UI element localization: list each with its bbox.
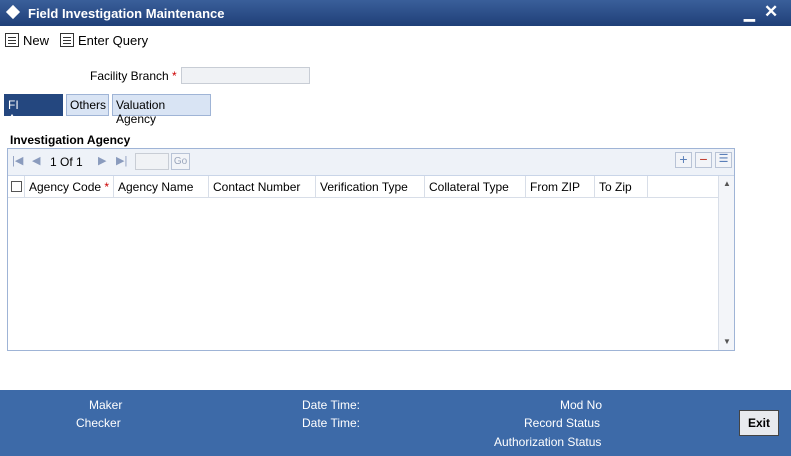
minimize-button[interactable]: ▁: [744, 5, 755, 22]
col-collateral-type[interactable]: Collateral Type: [425, 176, 526, 198]
col-agency-code-label: Agency Code: [29, 180, 102, 194]
go-button[interactable]: Go: [171, 153, 190, 170]
select-all-cell: [8, 176, 25, 198]
section-title: Investigation Agency: [10, 133, 131, 147]
add-row-icon[interactable]: +: [675, 152, 692, 168]
grid-scrollbar[interactable]: ▲ ▼: [718, 176, 734, 350]
facility-branch-label: Facility Branch *: [90, 69, 177, 83]
enter-query-button[interactable]: Enter Query: [60, 31, 148, 49]
title-bar: Field Investigation Maintenance ▁ ✕: [0, 0, 791, 26]
maker-date-time-label: Date Time:: [302, 398, 361, 412]
col-agency-name[interactable]: Agency Name: [114, 176, 209, 198]
scroll-up-icon[interactable]: ▲: [723, 179, 731, 188]
facility-branch-input[interactable]: [181, 67, 310, 84]
authorization-status-label: Authorization Status: [494, 435, 602, 449]
col-agency-code[interactable]: Agency Code *: [25, 176, 114, 198]
delete-row-icon[interactable]: −: [695, 152, 712, 168]
first-page-icon[interactable]: |◀: [12, 154, 23, 167]
grid-pager: |◀ ◀ 1 Of 1 ▶ ▶| Go + − ☰: [8, 149, 734, 176]
record-status-label: Record Status: [524, 416, 601, 430]
new-button-label: New: [23, 32, 50, 48]
next-page-icon[interactable]: ▶: [98, 154, 106, 167]
checker-label: Checker: [76, 416, 121, 430]
required-marker: *: [172, 69, 177, 83]
last-page-icon[interactable]: ▶|: [116, 154, 127, 167]
mod-no-label: Mod No: [560, 398, 603, 412]
page-number-input[interactable]: [135, 153, 169, 170]
select-all-checkbox[interactable]: [11, 181, 22, 192]
exit-button[interactable]: Exit: [739, 410, 779, 436]
facility-branch-label-text: Facility Branch: [90, 69, 169, 83]
row-details-icon[interactable]: ☰: [715, 152, 732, 168]
prev-page-icon[interactable]: ◀: [32, 154, 40, 167]
window-title: Field Investigation Maintenance: [28, 6, 225, 21]
tab-fi-agency[interactable]: FI Agency: [4, 94, 63, 126]
col-to-zip[interactable]: To Zip: [595, 176, 648, 198]
audit-footer: Maker Checker Date Time: Date Time: Mod …: [0, 390, 791, 456]
query-icon: [60, 33, 74, 47]
grid-header-row: Agency Code * Agency Name Contact Number…: [8, 176, 718, 198]
enter-query-label: Enter Query: [78, 32, 149, 48]
page-indicator: 1 Of 1: [50, 155, 83, 169]
col-from-zip[interactable]: From ZIP: [526, 176, 595, 198]
checker-date-time-label: Date Time:: [302, 416, 361, 430]
tab-valuation-agency[interactable]: Valuation Agency: [112, 94, 211, 126]
required-marker: *: [104, 180, 110, 194]
tab-others[interactable]: Others: [66, 94, 109, 116]
new-button[interactable]: New: [5, 31, 49, 49]
diamond-icon: [5, 4, 21, 20]
maker-label: Maker: [89, 398, 123, 412]
close-button[interactable]: ✕: [764, 2, 778, 22]
col-verification-type[interactable]: Verification Type: [316, 176, 425, 198]
investigation-agency-grid: |◀ ◀ 1 Of 1 ▶ ▶| Go + − ☰ Agency Code * …: [7, 148, 735, 351]
scroll-down-icon[interactable]: ▼: [723, 337, 731, 346]
col-contact-number[interactable]: Contact Number: [209, 176, 316, 198]
new-document-icon: [5, 33, 19, 47]
